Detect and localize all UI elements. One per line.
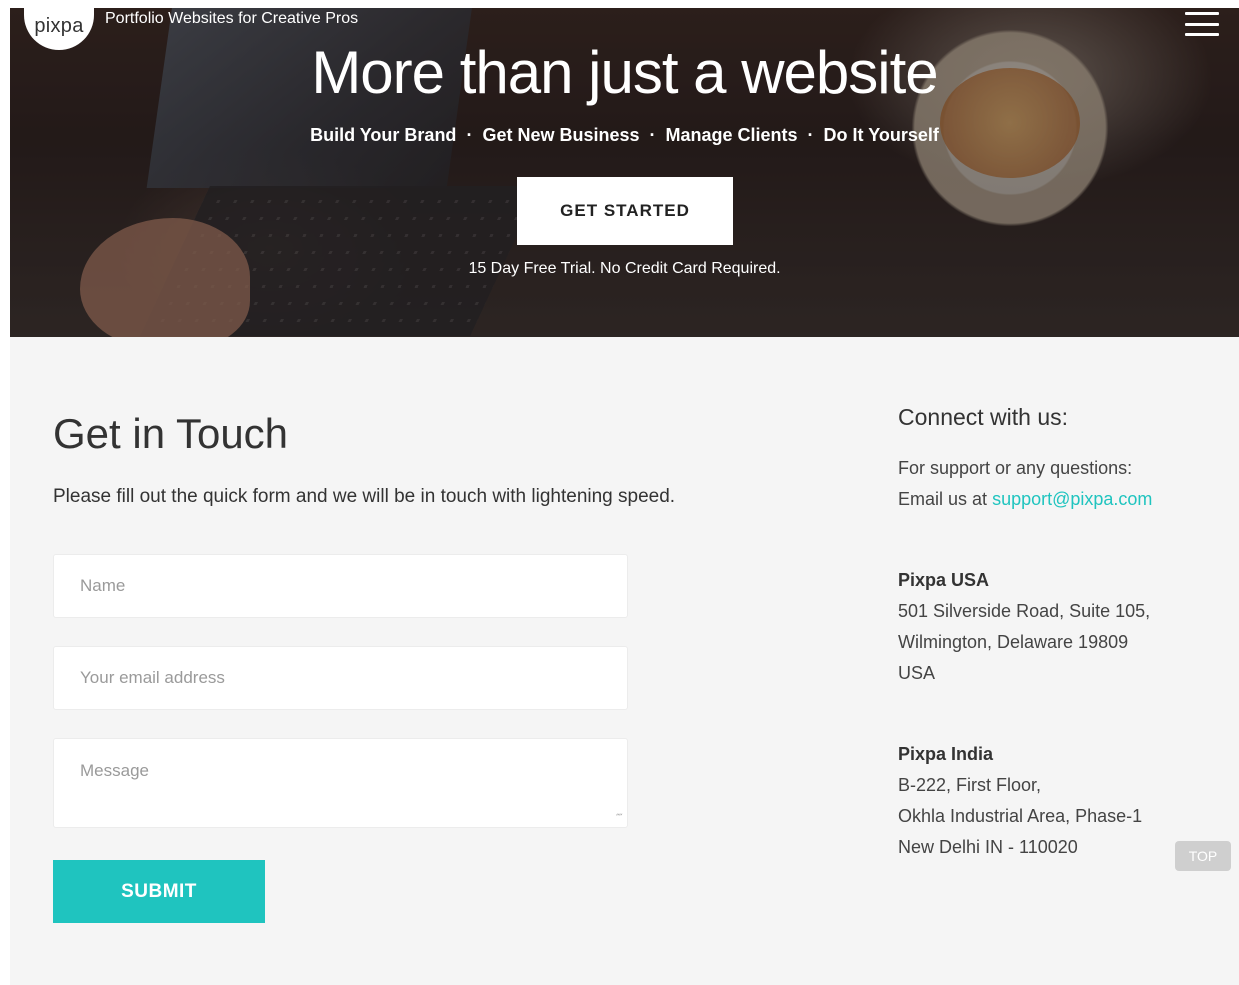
support-email-link[interactable]: support@pixpa.com bbox=[992, 489, 1152, 509]
feature-item: Do It Yourself bbox=[823, 125, 939, 145]
feature-item: Build Your Brand bbox=[310, 125, 457, 145]
office-address-line: 501 Silverside Road, Suite 105, bbox=[898, 601, 1151, 621]
resize-handle-icon[interactable]: ⁗ bbox=[616, 814, 626, 824]
hero-feature-list: Build Your Brand · Get New Business · Ma… bbox=[10, 125, 1239, 146]
feature-separator: · bbox=[807, 125, 814, 145]
site-tagline: Portfolio Websites for Creative Pros bbox=[105, 10, 359, 27]
support-line: For support or any questions: bbox=[898, 458, 1133, 478]
email-input[interactable] bbox=[53, 646, 628, 710]
email-prefix: Email us at bbox=[898, 489, 988, 509]
feature-item: Get New Business bbox=[482, 125, 640, 145]
back-to-top-button[interactable]: TOP bbox=[1175, 841, 1231, 871]
message-textarea[interactable] bbox=[53, 738, 628, 828]
get-started-button[interactable]: GET STARTED bbox=[517, 177, 733, 245]
trial-note: 15 Day Free Trial. No Credit Card Requir… bbox=[468, 260, 781, 277]
contact-subtitle: Please fill out the quick form and we wi… bbox=[53, 486, 676, 507]
office-address-line: USA bbox=[898, 663, 936, 683]
office-address-line: Okhla Industrial Area, Phase-1 bbox=[898, 806, 1143, 826]
office-address-line: B-222, First Floor, bbox=[898, 775, 1042, 795]
submit-button[interactable]: SUBMIT bbox=[53, 860, 265, 923]
hero-title: More than just a website bbox=[311, 39, 938, 106]
connect-section: Connect with us: For support or any ques… bbox=[898, 404, 1228, 863]
page: pixpa Portfolio Websites for Creative Pr… bbox=[10, 8, 1239, 985]
hamburger-menu-icon[interactable] bbox=[1185, 12, 1219, 36]
support-email-line: Email us at support@pixpa.com bbox=[898, 484, 1228, 515]
feature-item: Manage Clients bbox=[665, 125, 798, 145]
office-name: Pixpa USA bbox=[898, 570, 990, 590]
name-input[interactable] bbox=[53, 554, 628, 618]
office-address-line: Wilmington, Delaware 19809 bbox=[898, 632, 1129, 652]
contact-title: Get in Touch bbox=[53, 410, 289, 457]
hero-banner: pixpa Portfolio Websites for Creative Pr… bbox=[10, 8, 1239, 337]
office-name: Pixpa India bbox=[898, 744, 994, 764]
connect-title: Connect with us: bbox=[898, 404, 1069, 430]
feature-separator: · bbox=[466, 125, 473, 145]
feature-separator: · bbox=[649, 125, 656, 145]
